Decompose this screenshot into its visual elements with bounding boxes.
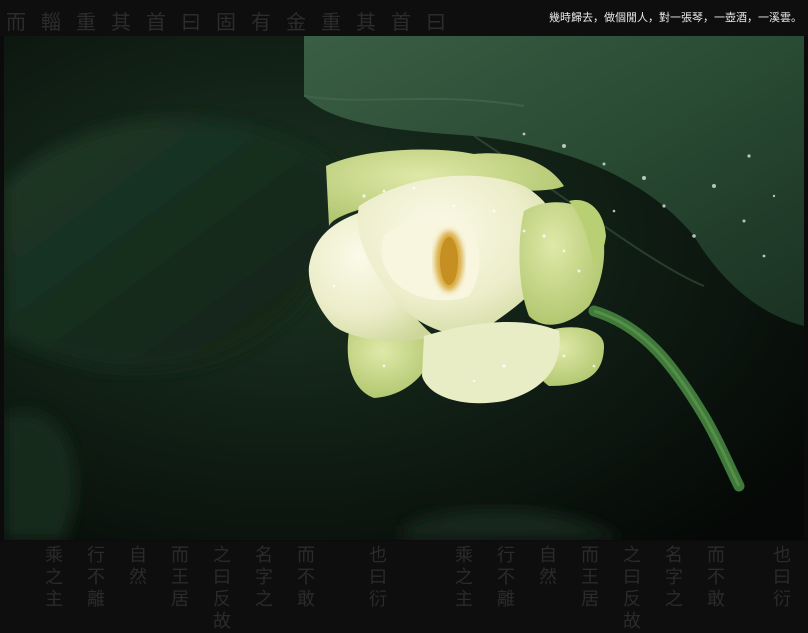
calligraphy-column: 行不離 (84, 545, 105, 611)
calligraphy-text-top: 而輜重其首曰固有金重其首曰 (6, 10, 461, 34)
calligraphy-column: 也曰衍 (770, 545, 791, 611)
calligraphy-column: 之曰反故 (210, 545, 231, 633)
lotus-illustration (4, 36, 804, 540)
calligraphy-column: 而不敢 (294, 545, 315, 611)
calligraphy-column: 名字之 (252, 545, 273, 611)
calligraphy-column: 乘之主 (42, 545, 63, 611)
lotus-photo (4, 36, 804, 540)
calligraphy-column: 而王居 (168, 545, 189, 611)
calligraphy-column: 自然 (126, 545, 147, 589)
calligraphy-column: 之曰反故 (620, 545, 641, 633)
calligraphy-column: 也曰衍 (366, 545, 387, 611)
bottom-calligraphy-band: 乘之主 行不離 自然 而王居 之曰反故 名字之 而不敢 也曰衍 乘之主 行不離 … (0, 541, 808, 633)
calligraphy-column: 名字之 (662, 545, 683, 611)
top-calligraphy-band: 而輜重其首曰固有金重其首曰 幾時歸去，做個閒人，對一張琴，一壺酒，一溪雲。 (0, 0, 808, 36)
calligraphy-column: 而王居 (578, 545, 599, 611)
calligraphy-column: 自然 (536, 545, 557, 589)
poem-caption: 幾時歸去，做個閒人，對一張琴，一壺酒，一溪雲。 (549, 11, 802, 24)
calligraphy-column: 而不敢 (704, 545, 725, 611)
calligraphy-column: 行不離 (494, 545, 515, 611)
calligraphy-column: 乘之主 (452, 545, 473, 611)
